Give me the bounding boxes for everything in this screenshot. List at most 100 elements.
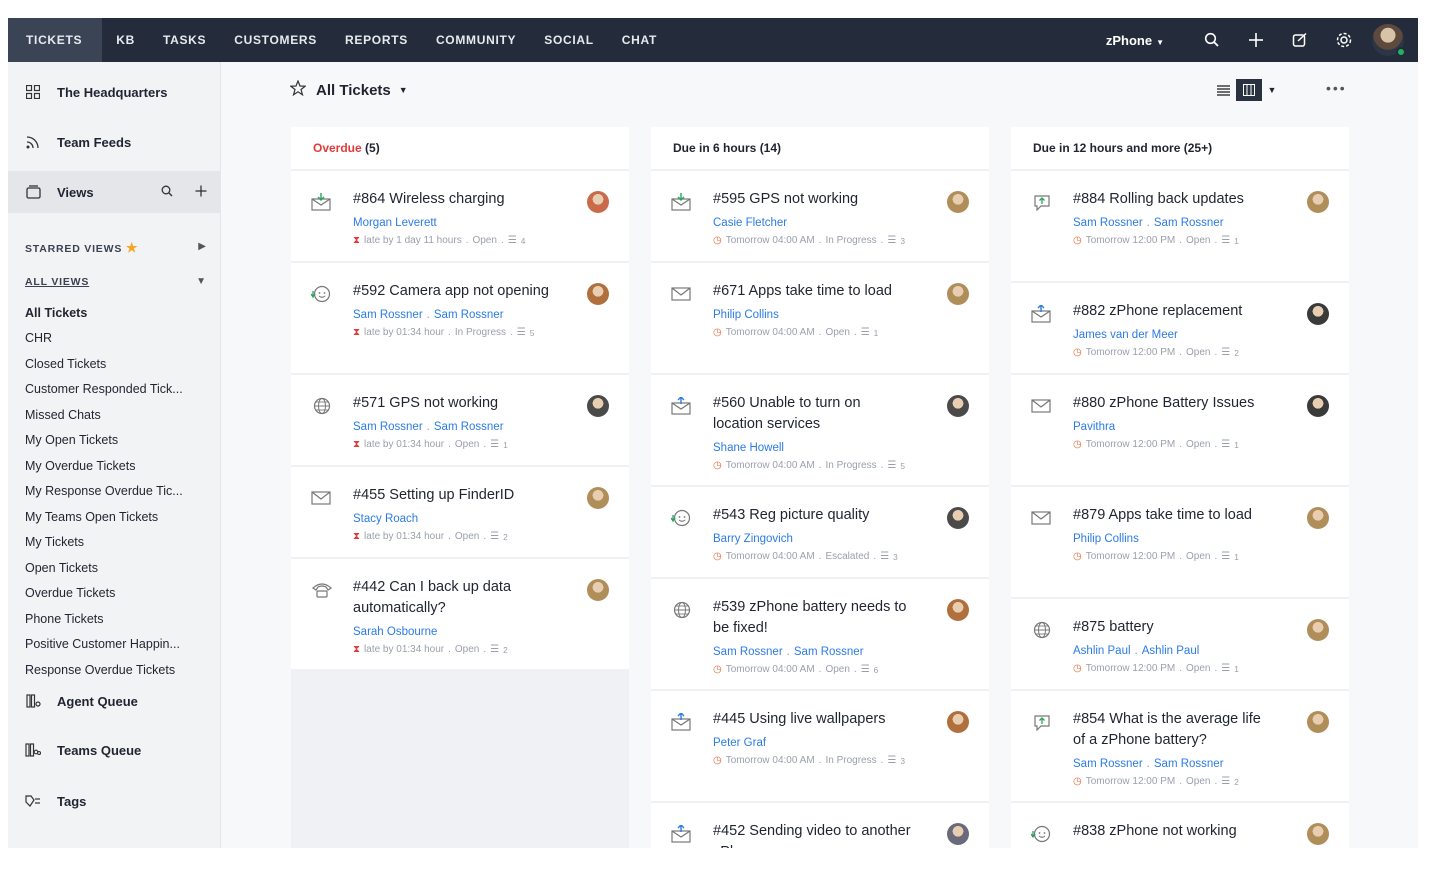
ticket-title[interactable]: #445 Using live wallpapers: [713, 709, 913, 730]
assignee-link[interactable]: Sam Rossner: [713, 646, 783, 658]
view-item[interactable]: My Teams Open Tickets: [25, 510, 158, 524]
ticket-status[interactable]: Escalated: [825, 551, 869, 562]
agent-avatar[interactable]: [1307, 619, 1329, 641]
ticket-card[interactable]: #879 Apps take time to load Philip Collin…: [1011, 487, 1349, 597]
agent-avatar[interactable]: [1307, 507, 1329, 529]
nav-tab-chat[interactable]: CHAT: [608, 18, 671, 62]
nav-tab-reports[interactable]: REPORTS: [331, 18, 422, 62]
view-title[interactable]: All Tickets ▼: [289, 79, 408, 100]
agent-avatar[interactable]: [947, 599, 969, 621]
view-item[interactable]: Missed Chats: [25, 408, 101, 422]
ticket-title[interactable]: #543 Reg picture quality: [713, 505, 913, 526]
ticket-card[interactable]: #880 zPhone Battery Issues Pavithra ◷ Tomor…: [1011, 375, 1349, 485]
ticket-title[interactable]: #455 Setting up FinderID: [353, 485, 553, 506]
ticket-status[interactable]: In Progress: [825, 460, 876, 471]
ticket-card[interactable]: #452 Sending video to another zPhoneRaje…: [651, 803, 989, 848]
agent-avatar[interactable]: [947, 823, 969, 845]
view-item[interactable]: Closed Tickets: [25, 357, 106, 371]
view-item[interactable]: CHR: [25, 331, 52, 345]
ticket-title[interactable]: #571 GPS not working: [353, 393, 553, 414]
view-item[interactable]: Customer Responded Tick...: [25, 382, 183, 396]
view-item[interactable]: Phone Tickets: [25, 612, 104, 626]
agent-avatar[interactable]: [947, 191, 969, 213]
plus-icon[interactable]: [1234, 18, 1278, 62]
gear-icon[interactable]: [1322, 18, 1366, 62]
assignee-link[interactable]: Philip Collins: [1073, 533, 1139, 545]
ticket-title[interactable]: #875 battery: [1073, 617, 1273, 638]
agent-avatar[interactable]: [947, 507, 969, 529]
ticket-card[interactable]: #543 Reg picture quality Barry Zingovich ◷…: [651, 487, 989, 577]
assignee-link[interactable]: Sam Rossner: [353, 421, 423, 433]
ticket-title[interactable]: #879 Apps take time to load: [1073, 505, 1273, 526]
ticket-title[interactable]: #539 zPhone battery needs to be fixed!: [713, 597, 913, 639]
assignee-link[interactable]: Sarah Osbourne: [353, 626, 437, 638]
assignee-link[interactable]: Philip Collins: [713, 309, 779, 321]
ticket-status[interactable]: Open: [1186, 776, 1210, 787]
ticket-card[interactable]: #595 GPS not working Casie Fletcher ◷ Tomor…: [651, 171, 989, 261]
ticket-status[interactable]: Open: [1186, 235, 1210, 246]
agent-avatar[interactable]: [587, 579, 609, 601]
all-views-heading[interactable]: ALL VIEWS: [25, 276, 89, 288]
starred-views-heading[interactable]: STARRED VIEWS ★: [25, 240, 138, 256]
chevron-down-icon[interactable]: ▼: [196, 276, 206, 287]
agent-avatar[interactable]: [1307, 303, 1329, 325]
ticket-title[interactable]: #442 Can I back up data automatically?: [353, 577, 553, 619]
ticket-card[interactable]: #882 zPhone replacement James van der Mee…: [1011, 283, 1349, 373]
ticket-status[interactable]: In Progress: [455, 327, 506, 338]
view-item[interactable]: Overdue Tickets: [25, 586, 115, 600]
ticket-title[interactable]: #864 Wireless charging: [353, 189, 553, 210]
view-item[interactable]: Response Overdue Tickets: [25, 663, 175, 677]
ticket-card[interactable]: #671 Apps take time to load Philip Collin…: [651, 263, 989, 373]
assignee-link[interactable]: Sam Rossner: [1154, 758, 1224, 770]
ticket-card[interactable]: #864 Wireless charging Morgan Leverett ⧗ la…: [291, 171, 629, 261]
ticket-card[interactable]: #884 Rolling back updates Sam Rossner. Sam…: [1011, 171, 1349, 281]
assignee-link[interactable]: Casie Fletcher: [713, 217, 787, 229]
ticket-card[interactable]: #560 Unable to turn on location services…: [651, 375, 989, 485]
ticket-status[interactable]: Open: [1186, 347, 1210, 358]
ticket-title[interactable]: #560 Unable to turn on location services: [713, 393, 913, 435]
ticket-status[interactable]: Open: [455, 439, 479, 450]
kanban-view-icon[interactable]: [1236, 79, 1262, 101]
ticket-title[interactable]: #884 Rolling back updates: [1073, 189, 1273, 210]
view-item[interactable]: My Overdue Tickets: [25, 459, 135, 473]
ticket-card[interactable]: #571 GPS not working Sam Rossner. Sam Ross…: [291, 375, 629, 465]
view-item[interactable]: Open Tickets: [25, 561, 98, 575]
assignee-link[interactable]: Morgan Leverett: [353, 217, 437, 229]
ticket-title[interactable]: #882 zPhone replacement: [1073, 301, 1273, 322]
ticket-status[interactable]: Open: [825, 664, 849, 675]
nav-tab-customers[interactable]: CUSTOMERS: [220, 18, 331, 62]
ticket-title[interactable]: #671 Apps take time to load: [713, 281, 913, 302]
agent-avatar[interactable]: [1307, 191, 1329, 213]
ticket-status[interactable]: Open: [825, 327, 849, 338]
nav-tab-tasks[interactable]: TASKS: [149, 18, 220, 62]
assignee-link[interactable]: James van der Meer: [1073, 329, 1178, 341]
ticket-status[interactable]: In Progress: [825, 755, 876, 766]
search-icon[interactable]: [1190, 18, 1234, 62]
assignee-link[interactable]: Sam Rossner: [794, 646, 864, 658]
view-item[interactable]: Positive Customer Happin...: [25, 637, 180, 651]
ticket-title[interactable]: #880 zPhone Battery Issues: [1073, 393, 1273, 414]
sidebar-item-team-feeds[interactable]: Team Feeds: [8, 130, 220, 154]
user-avatar[interactable]: [1372, 24, 1406, 57]
ticket-card[interactable]: #592 Camera app not opening Sam Rossner. S…: [291, 263, 629, 373]
sidebar-item-teams-queue[interactable]: Teams Queue: [8, 738, 220, 762]
view-item[interactable]: My Tickets: [25, 535, 84, 549]
assignee-link[interactable]: Ashlin Paul: [1142, 645, 1200, 657]
ticket-status[interactable]: Open: [1186, 439, 1210, 450]
ticket-title[interactable]: #592 Camera app not opening: [353, 281, 553, 302]
view-item[interactable]: My Open Tickets: [25, 433, 118, 447]
ticket-card[interactable]: #445 Using live wallpapers Peter Graf ◷ Tom…: [651, 691, 989, 801]
star-outline-icon[interactable]: [289, 79, 307, 100]
assignee-link[interactable]: Stacy Roach: [353, 513, 418, 525]
ticket-title[interactable]: #854 What is the average life of a zPhon…: [1073, 709, 1273, 751]
sidebar-item-views[interactable]: Views: [8, 171, 220, 213]
agent-avatar[interactable]: [947, 711, 969, 733]
nav-tab-tickets[interactable]: TICKETS: [8, 18, 103, 62]
ticket-title[interactable]: #452 Sending video to another zPhone: [713, 821, 913, 848]
assignee-link[interactable]: Shane Howell: [713, 442, 784, 454]
ticket-status[interactable]: Open: [455, 531, 479, 542]
nav-tab-kb[interactable]: KB: [102, 18, 149, 62]
nav-tab-community[interactable]: COMMUNITY: [422, 18, 530, 62]
ticket-status[interactable]: Open: [472, 235, 496, 246]
compose-icon[interactable]: [1278, 18, 1322, 62]
